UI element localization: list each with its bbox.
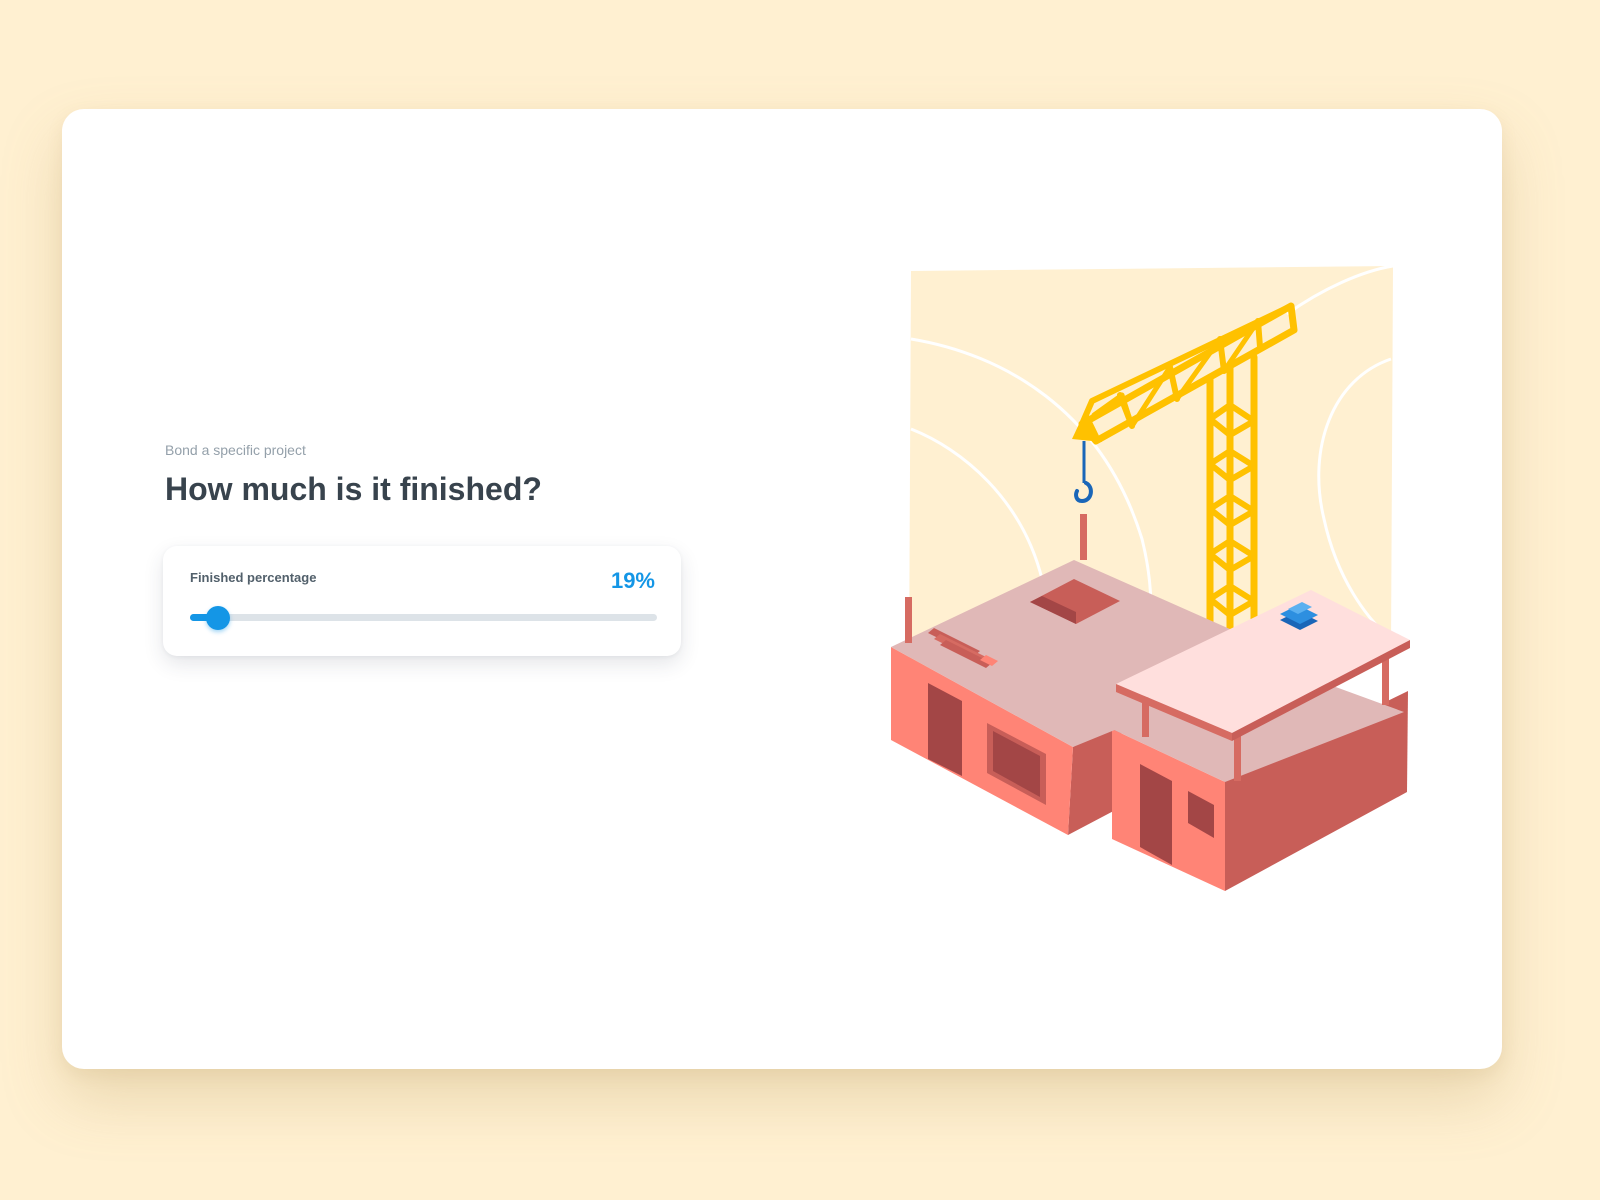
construction-illustration <box>891 264 1410 891</box>
main-card: Bond a specific project How much is it f… <box>62 109 1502 1069</box>
